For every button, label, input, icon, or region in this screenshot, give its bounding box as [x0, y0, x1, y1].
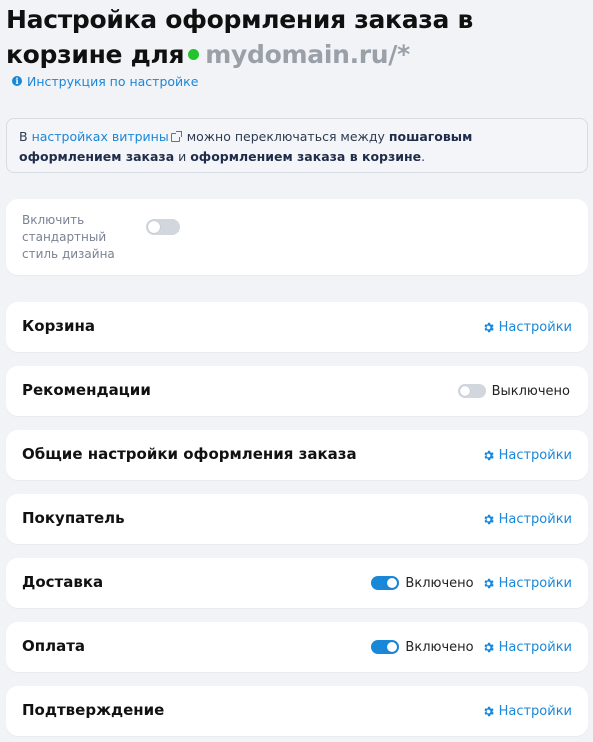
section-settings-link[interactable]: Настройки — [482, 704, 572, 719]
design-style-toggle[interactable] — [146, 219, 180, 235]
section-state-label: Включено — [405, 639, 474, 655]
storefront-settings-link[interactable]: настройках витрины — [32, 129, 183, 144]
design-style-card: Включить стандартный стиль дизайна — [6, 199, 588, 275]
notice-text: можно переключаться между — [182, 129, 389, 144]
gear-icon — [483, 706, 494, 716]
gear-icon — [483, 514, 494, 524]
section-title: Доставка — [22, 573, 104, 591]
section-title: Рекомендации — [22, 381, 151, 399]
page: Настройка оформления заказа в корзине дл… — [0, 0, 593, 742]
section-settings-link[interactable]: Настройки — [482, 512, 572, 527]
section-controls: Настройки — [482, 302, 572, 352]
section-title: Оплата — [22, 637, 86, 655]
section-title: Покупатель — [22, 509, 125, 527]
section-card: Общие настройки оформления заказа Настрой… — [6, 430, 588, 480]
settings-link-label: Настройки — [498, 575, 572, 591]
external-link-icon — [170, 131, 182, 142]
help-link-label: Инструкция по настройке — [27, 73, 199, 89]
section-card: Корзина Настройки — [6, 302, 588, 352]
settings-link-label: Настройки — [498, 639, 572, 655]
storefront-settings-link-label: настройках витрины — [31, 129, 169, 144]
settings-link-label: Настройки — [498, 319, 572, 335]
section-card: Оплата Включено Настройки — [6, 622, 588, 672]
section-card: Рекомендации Выключено — [6, 366, 588, 416]
settings-link-label: Настройки — [498, 511, 572, 527]
toggle-knob — [387, 642, 398, 652]
section-toggle[interactable] — [371, 640, 400, 654]
info-notice: В настройках витрины можно переключаться… — [6, 118, 588, 173]
notice-text: В — [19, 129, 32, 144]
settings-link-label: Настройки — [498, 447, 572, 463]
section-controls: Выключено — [457, 366, 572, 416]
section-settings-link[interactable]: Настройки — [482, 576, 572, 591]
toggle-knob — [459, 386, 470, 396]
toggle-knob — [387, 578, 398, 588]
design-style-label: Включить стандартный стиль дизайна — [22, 213, 115, 261]
section-settings-link[interactable]: Настройки — [482, 320, 572, 335]
domain-label: mydomain.ru/* — [205, 40, 410, 69]
status-dot-icon — [188, 49, 200, 60]
section-title: Подтверждение — [22, 701, 165, 719]
section-card: Доставка Включено Настройки — [6, 558, 588, 608]
help-instruction-link[interactable]: i Инструкция по настройке — [12, 72, 198, 90]
notice-text: и — [174, 149, 191, 164]
section-controls: Включено Настройки — [371, 622, 572, 672]
gear-icon — [483, 578, 494, 588]
section-toggle[interactable] — [457, 384, 486, 398]
section-toggle[interactable] — [371, 576, 400, 590]
toggle-knob — [148, 221, 160, 233]
section-settings-link[interactable]: Настройки — [482, 448, 572, 463]
section-card: Покупатель Настройки — [6, 494, 588, 544]
section-controls: Настройки — [482, 430, 572, 480]
notice-bold-cart-checkout: оформлением заказа в корзине — [190, 149, 422, 164]
section-card: Подтверждение Настройки — [6, 686, 588, 736]
section-state-label: Выключено — [491, 383, 570, 399]
section-controls: Включено Настройки — [371, 558, 572, 608]
section-controls: Настройки — [482, 686, 572, 736]
gear-icon — [483, 322, 494, 332]
info-icon: i — [12, 76, 22, 86]
section-controls: Настройки — [482, 494, 572, 544]
settings-link-label: Настройки — [498, 703, 572, 719]
gear-icon — [483, 642, 494, 652]
section-state-label: Включено — [405, 575, 474, 591]
page-title: Настройка оформления заказа в корзине дл… — [6, 2, 586, 72]
section-settings-link[interactable]: Настройки — [482, 640, 572, 655]
section-title: Корзина — [22, 317, 96, 335]
section-title: Общие настройки оформления заказа — [22, 445, 357, 463]
notice-text: . — [421, 149, 426, 164]
gear-icon — [483, 450, 494, 460]
